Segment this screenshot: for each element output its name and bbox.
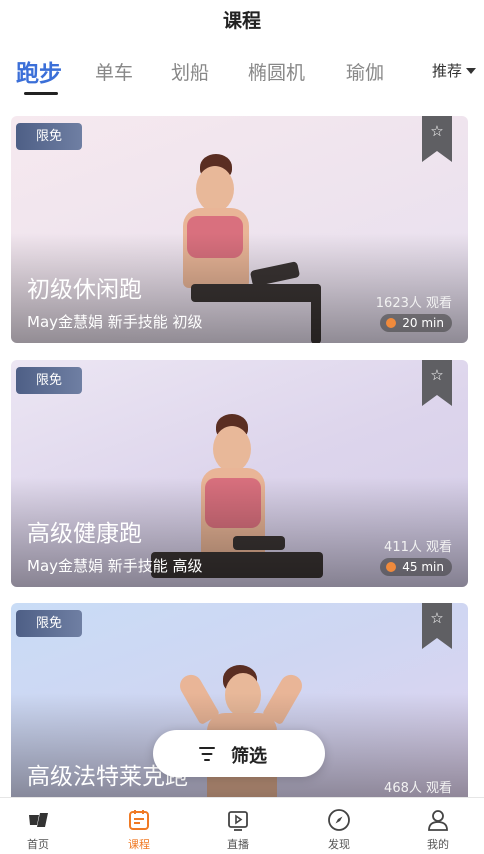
sort-dropdown[interactable]: 推荐	[432, 60, 477, 81]
tab-running[interactable]: 跑步	[16, 54, 62, 88]
star-icon: ☆	[430, 122, 444, 140]
course-title: 高级健康跑	[27, 521, 142, 547]
nav-discover[interactable]: 发现	[309, 798, 369, 854]
tab-elliptical[interactable]: 椭圆机	[248, 58, 305, 85]
caret-down-icon	[466, 68, 477, 74]
tab-yoga[interactable]: 瑜伽	[346, 58, 384, 85]
user-icon	[428, 810, 448, 831]
nav-label: 直播	[227, 838, 249, 851]
nav-label: 课程	[128, 838, 150, 851]
duration-pill: 20 min	[380, 314, 452, 332]
calendar-icon	[129, 810, 149, 830]
tab-rowing[interactable]: 划船	[171, 58, 209, 85]
course-subtitle: May金慧娟 新手技能 高级	[27, 557, 203, 575]
duration-text: 20 min	[402, 316, 444, 330]
nav-profile[interactable]: 我的	[408, 798, 468, 854]
free-badge: 限免	[16, 123, 82, 150]
course-subtitle: May金慧娟 新手技能 初级	[27, 313, 203, 331]
duration-text: 45 min	[402, 560, 444, 574]
bottom-nav: 首页 课程 直播 发现 我的	[0, 797, 484, 854]
live-play-icon	[228, 811, 248, 831]
nav-label: 发现	[328, 838, 350, 851]
clock-icon	[386, 562, 397, 572]
category-tabs: 跑步 单车 划船 椭圆机 瑜伽	[0, 52, 484, 98]
nav-home[interactable]: 首页	[8, 798, 68, 854]
free-badge: 限免	[16, 610, 82, 637]
tab-bike[interactable]: 单车	[95, 58, 133, 85]
duration-pill: 45 min	[380, 558, 452, 576]
home-logo-icon	[29, 813, 48, 827]
compass-icon	[328, 809, 350, 831]
viewer-count: 411人 观看	[384, 540, 452, 555]
viewer-count: 1623人 观看	[375, 296, 452, 311]
free-badge: 限免	[16, 367, 82, 394]
nav-live[interactable]: 直播	[208, 798, 268, 854]
page-title: 课程	[222, 10, 261, 32]
star-icon: ☆	[430, 366, 444, 384]
filter-label: 筛选	[231, 746, 267, 767]
course-card[interactable]: 限免 ☆ 高级健康跑 May金慧娟 新手技能 高级 411人 观看 45 min	[11, 360, 468, 587]
viewer-count: 468人 观看	[384, 781, 452, 796]
page-header: 课程	[0, 0, 484, 36]
sort-label: 推荐	[432, 62, 463, 80]
course-card[interactable]: 限免 ☆ 初级休闲跑 May金慧娟 新手技能 初级 1623人 观看 20 mi…	[11, 116, 468, 343]
nav-label: 首页	[27, 838, 49, 851]
clock-icon	[386, 318, 397, 328]
course-title: 初级休闲跑	[27, 277, 142, 303]
nav-courses[interactable]: 课程	[109, 798, 169, 854]
star-icon: ☆	[430, 609, 444, 627]
filter-button[interactable]: 筛选	[153, 730, 325, 777]
filter-icon	[199, 747, 215, 761]
active-tab-indicator	[24, 92, 58, 95]
nav-label: 我的	[427, 838, 449, 851]
